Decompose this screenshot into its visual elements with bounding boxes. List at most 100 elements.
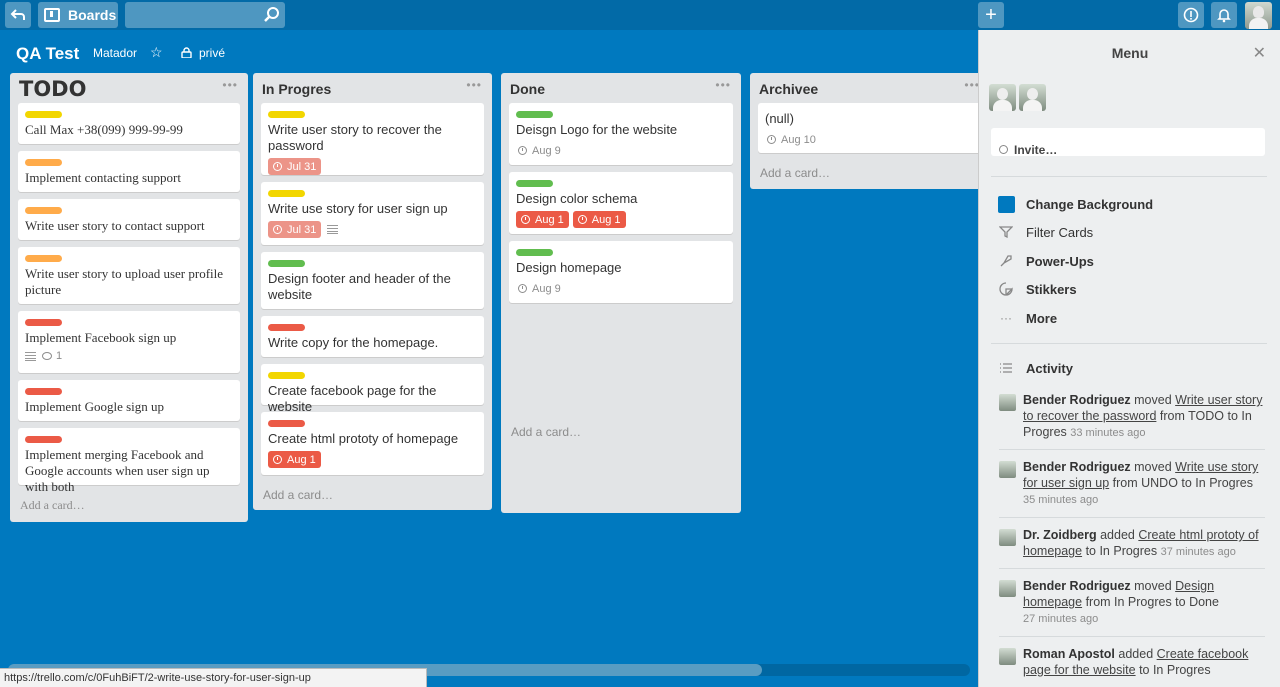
card-label: [25, 111, 62, 118]
activity-time[interactable]: 37 minutes ago: [1161, 546, 1236, 558]
activity-user[interactable]: Bender Rodriguez: [1023, 579, 1131, 593]
menu-item-filter-cards[interactable]: Filter Cards: [997, 222, 1093, 242]
clock-icon: [273, 455, 282, 464]
menu-item-more[interactable]: ··· More: [997, 308, 1057, 328]
card[interactable]: Deisgn Logo for the website Aug 9: [509, 103, 733, 165]
card-label: [516, 249, 553, 256]
card-label: [268, 324, 305, 331]
activity-user[interactable]: Bender Rodriguez: [1023, 393, 1131, 407]
menu-item-power-ups[interactable]: Power-Ups: [997, 251, 1094, 271]
list-title[interactable]: Done: [510, 81, 545, 97]
list-menu-icon[interactable]: •••: [466, 78, 482, 92]
divider: [991, 176, 1267, 177]
list-menu-icon[interactable]: •••: [715, 78, 731, 92]
list-title[interactable]: TODO: [19, 77, 86, 101]
card[interactable]: Write user story to upload user profile …: [18, 247, 240, 304]
list-header: In Progres •••: [261, 73, 484, 103]
add-card-link[interactable]: Add a card…: [261, 482, 484, 512]
card[interactable]: Design homepage Aug 9: [509, 241, 733, 303]
activity-user[interactable]: Roman Apostol: [1023, 647, 1115, 661]
divider: [999, 449, 1265, 450]
add-card-link[interactable]: Add a card…: [509, 419, 733, 449]
activity-verb: added: [1100, 528, 1135, 542]
card-title: Write user story to upload user profile …: [25, 266, 224, 297]
card-title: Design homepage: [516, 260, 622, 275]
activity-item: Roman Apostol added Create facebook page…: [999, 646, 1269, 679]
activity-user[interactable]: Bender Rodriguez: [1023, 460, 1131, 474]
divider: [999, 568, 1265, 569]
card-title: Deisgn Logo for the website: [516, 122, 678, 137]
activity-avatar[interactable]: [999, 580, 1016, 597]
boards-button[interactable]: Boards: [38, 2, 118, 28]
search-input[interactable]: [125, 2, 285, 28]
user-avatar[interactable]: [1245, 2, 1272, 29]
list-header: TODO •••: [18, 73, 240, 103]
activity-avatar[interactable]: [999, 529, 1016, 546]
menu-item-change-background[interactable]: Change Background: [997, 194, 1153, 214]
menu-item-label: Change Background: [1026, 196, 1154, 212]
card-badges: 1: [25, 350, 232, 362]
card-badges: Aug 10: [765, 131, 974, 148]
card[interactable]: Create html prototy of homepage Aug 1: [261, 412, 484, 475]
card[interactable]: Design color schema Aug 1 Aug 1: [509, 172, 733, 234]
activity-avatar[interactable]: [999, 648, 1016, 665]
search-icon[interactable]: [263, 6, 281, 24]
list-title[interactable]: Archivee: [759, 81, 818, 97]
add-button[interactable]: +: [978, 2, 1004, 28]
star-icon[interactable]: ☆: [150, 44, 163, 61]
notifications-button[interactable]: [1211, 2, 1237, 28]
activity-time[interactable]: 35 minutes ago: [1023, 494, 1098, 506]
card-title: Implement Facebook sign up: [25, 330, 177, 345]
privacy-label[interactable]: privé: [199, 46, 225, 60]
list-menu-icon[interactable]: •••: [222, 78, 238, 92]
divider: [999, 636, 1265, 637]
activity-avatar[interactable]: [999, 461, 1016, 478]
card[interactable]: Implement Google sign up: [18, 380, 240, 421]
description-icon: [25, 351, 36, 361]
member-avatar[interactable]: [989, 84, 1016, 111]
card-label: [268, 260, 305, 267]
close-icon[interactable]: ✕: [1253, 43, 1266, 63]
invite-button[interactable]: Invite…: [991, 128, 1265, 157]
activity-avatar[interactable]: [999, 394, 1016, 411]
activity-verb: added: [1118, 647, 1154, 661]
plus-icon: +: [985, 3, 997, 26]
card[interactable]: Design footer and header of the website: [261, 252, 484, 309]
due-date: Aug 10: [781, 133, 816, 146]
info-button[interactable]: [1178, 2, 1204, 28]
add-card-link[interactable]: Add a card…: [18, 492, 240, 522]
card-title: Create facebook page for the website: [268, 383, 437, 414]
card-label: [25, 159, 62, 166]
activity-user[interactable]: Dr. Zoidberg: [1023, 528, 1097, 542]
card[interactable]: Implement merging Facebook and Google ac…: [18, 428, 240, 494]
member-avatar[interactable]: [1019, 84, 1046, 111]
add-card-link[interactable]: Add a card…: [758, 160, 982, 190]
activity-item: Bender Rodriguez moved Design homepage f…: [999, 578, 1269, 627]
back-button[interactable]: [5, 2, 31, 28]
activity-time[interactable]: 27 minutes ago: [1023, 613, 1098, 625]
comment-count: 1: [56, 350, 63, 362]
card[interactable]: Create facebook page for the website: [261, 364, 484, 414]
divider: [999, 517, 1265, 518]
activity-detail: from UNDO to In Progres: [1112, 476, 1253, 490]
list-archivee: Archivee ••• (null) Aug 10 Add a card…: [750, 73, 990, 189]
card[interactable]: Implement Facebook sign up 1: [18, 311, 240, 373]
due-date: Aug 9: [532, 282, 561, 295]
card[interactable]: Write use story for user sign up Jul 31: [261, 182, 484, 245]
card[interactable]: Write user story to contact support: [18, 199, 240, 240]
team-name[interactable]: Matador: [93, 46, 137, 60]
card[interactable]: Implement contacting support: [18, 151, 240, 192]
activity-time[interactable]: 33 minutes ago: [1070, 427, 1145, 439]
card[interactable]: Write copy for the homepage.: [261, 316, 484, 357]
card-title: Create html prototy of homepage: [268, 431, 459, 446]
list-title[interactable]: In Progres: [262, 81, 331, 97]
card[interactable]: (null) Aug 10: [758, 103, 982, 153]
activity-item: Bender Rodriguez moved Write use story f…: [999, 459, 1269, 508]
card-badges: Aug 1 Aug 1: [516, 211, 725, 228]
menu-item-stikkers[interactable]: Stikkers: [997, 279, 1077, 299]
card[interactable]: Call Max +38(099) 999-99-99: [18, 103, 240, 144]
card[interactable]: Write user story to recover the password…: [261, 103, 484, 175]
rocket-icon: [997, 252, 1015, 270]
boards-icon: [44, 8, 60, 22]
board-title[interactable]: QA Test: [16, 44, 79, 64]
